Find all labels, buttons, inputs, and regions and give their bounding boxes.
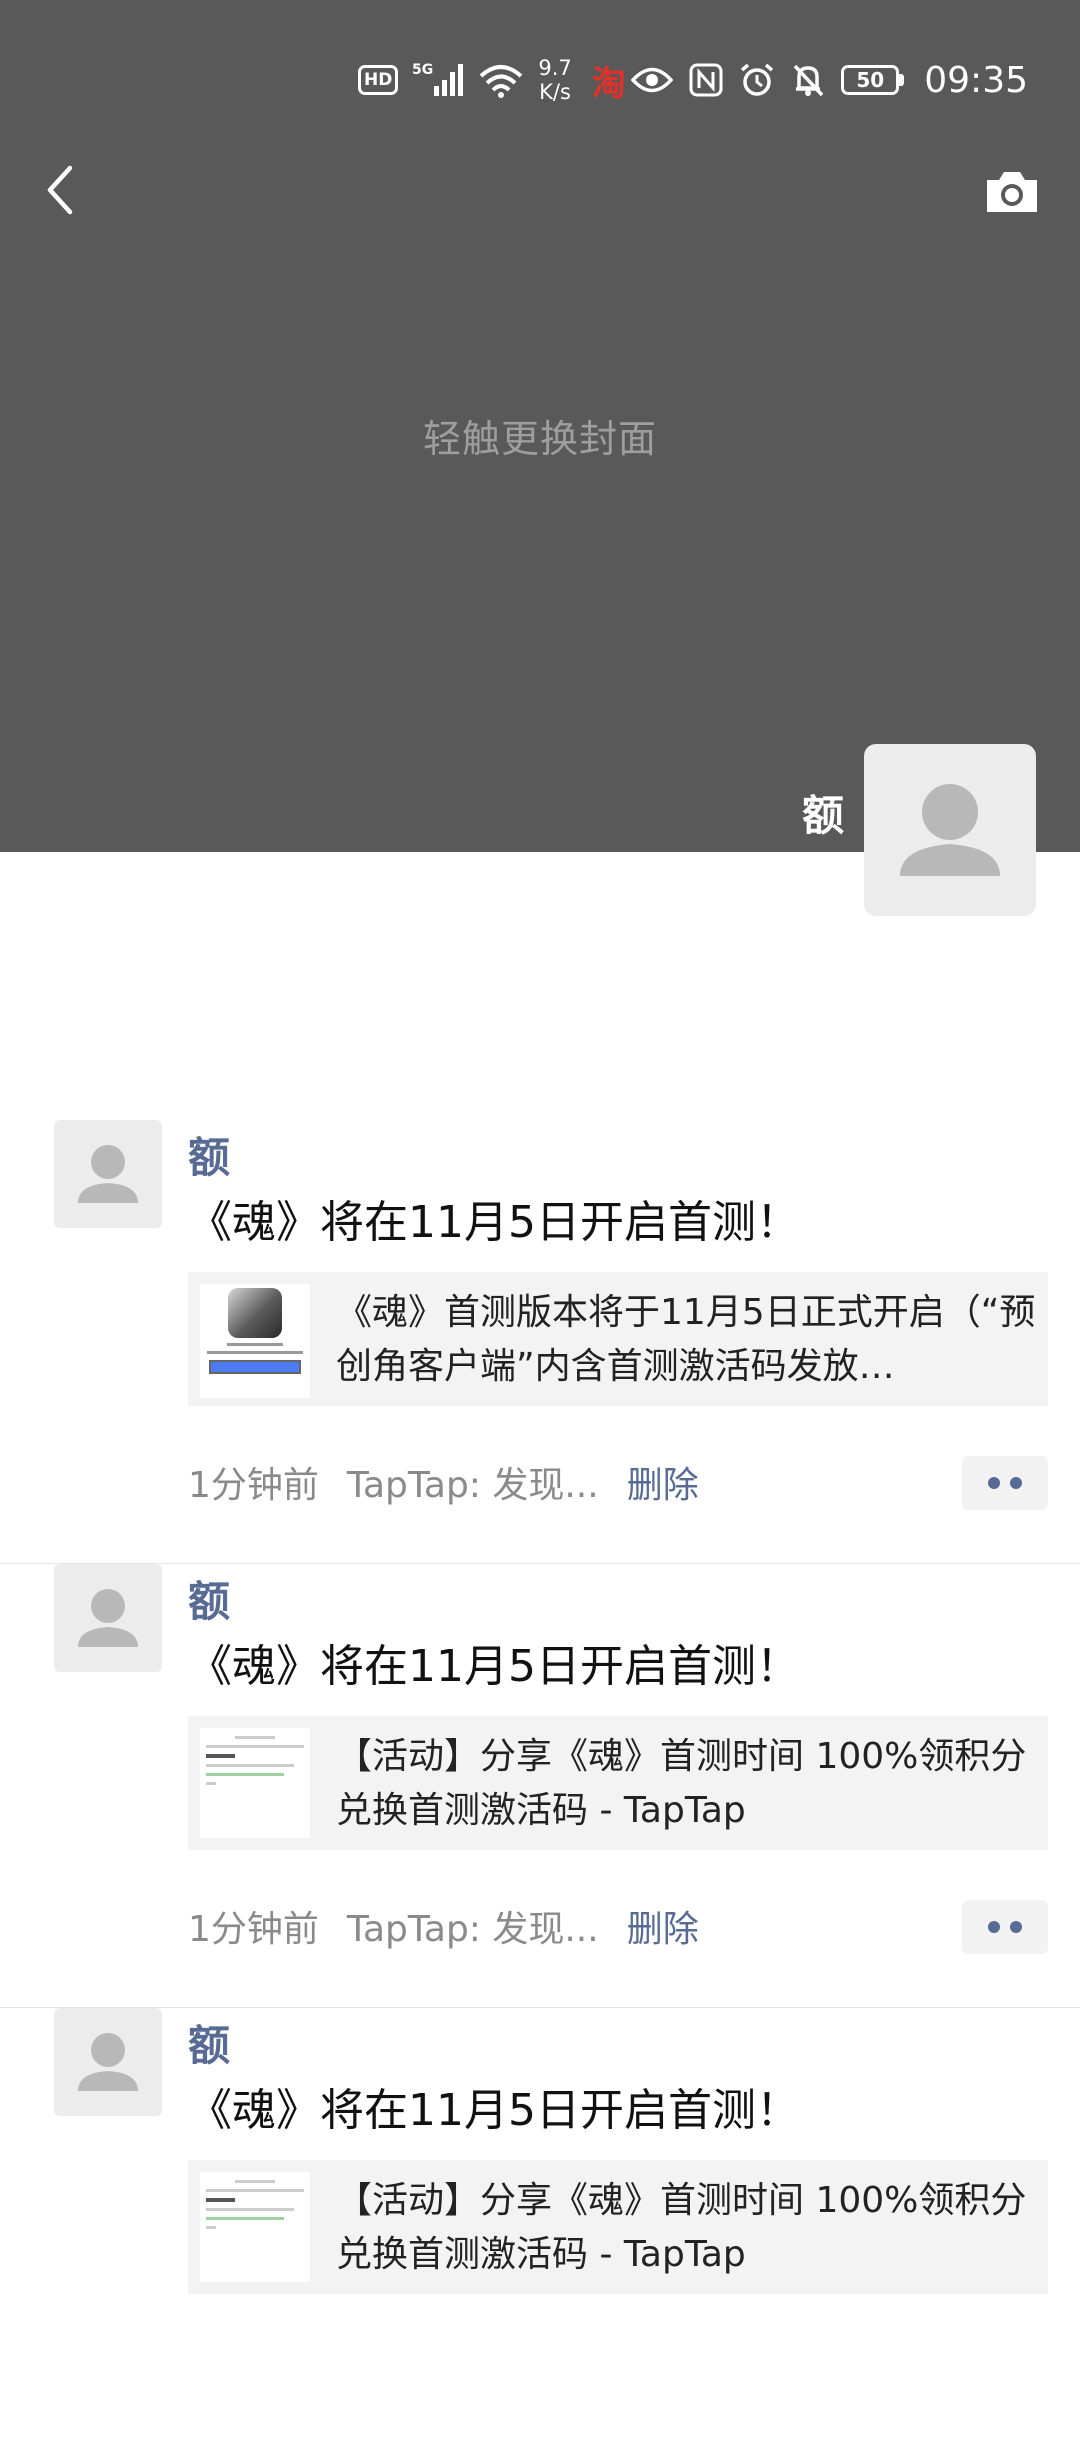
moment-post: 额 《魂》将在11月5日开启首测！ 【活动】分享《魂》首测时间 100%领积分兑… bbox=[0, 2008, 1080, 2452]
moment-post: 额 《魂》将在11月5日开启首测！ 【活动】分享《魂》首测时间 100%领积分兑… bbox=[0, 1564, 1080, 2008]
dot-icon bbox=[988, 1477, 1000, 1489]
post-avatar[interactable] bbox=[54, 1564, 162, 1672]
eye-icon bbox=[631, 65, 674, 95]
delete-button[interactable]: 删除 bbox=[627, 1456, 699, 1508]
post-source[interactable]: TapTap: 发现... bbox=[347, 1456, 599, 1508]
more-options-button[interactable] bbox=[962, 1456, 1048, 1510]
change-cover-hint[interactable]: 轻触更换封面 bbox=[0, 408, 1080, 463]
post-source[interactable]: TapTap: 发现... bbox=[347, 1900, 599, 1952]
link-thumbnail bbox=[200, 1284, 310, 1398]
back-button[interactable] bbox=[30, 160, 90, 220]
status-bar: HD 5G 9.7 K/s 淘 50 09:35 bbox=[0, 0, 1080, 160]
link-title: 【活动】分享《魂》首测时间 100%领积分兑换首测激活码 - TapTap bbox=[336, 1736, 1027, 1831]
post-time: 1分钟前 bbox=[188, 1909, 319, 1950]
post-text: 《魂》将在11月5日开启首测！ bbox=[188, 1641, 800, 1692]
svg-text:5G: 5G bbox=[412, 62, 433, 78]
mute-bell-icon bbox=[791, 62, 825, 98]
default-avatar-icon bbox=[78, 1145, 138, 1203]
link-title: 【活动】分享《魂》首测时间 100%领积分兑换首测激活码 - TapTap bbox=[336, 2180, 1027, 2275]
hd-badge: HD bbox=[358, 65, 399, 95]
dot-icon bbox=[1010, 1477, 1022, 1489]
wifi-icon bbox=[478, 60, 524, 100]
clock: 09:35 bbox=[924, 59, 1028, 101]
status-right-group: 50 09:35 bbox=[631, 52, 1028, 108]
moments-feed[interactable]: 额 《魂》将在11月5日开启首测！ 《魂》首测版本将于11月5日正式开启（“预创… bbox=[0, 1120, 1080, 2452]
link-thumbnail bbox=[200, 2172, 310, 2282]
signal-icon: 5G bbox=[412, 60, 464, 100]
status-left-group: HD 5G 9.7 K/s 淘 bbox=[358, 56, 626, 104]
battery-icon: 50 bbox=[841, 65, 905, 95]
dot-icon bbox=[1010, 1921, 1022, 1933]
post-author[interactable]: 额 bbox=[188, 2012, 230, 2073]
link-card[interactable]: 《魂》首测版本将于11月5日正式开启（“预创角客户端”内含首测激活码发放… bbox=[188, 1272, 1048, 1406]
profile-name: 额 bbox=[801, 791, 844, 840]
post-avatar[interactable] bbox=[54, 2008, 162, 2116]
post-author[interactable]: 额 bbox=[188, 1124, 230, 1185]
network-speed: 9.7 K/s bbox=[538, 56, 571, 104]
cover-image[interactable]: HD 5G 9.7 K/s 淘 50 09:35 轻触更换封面 bbox=[0, 0, 1080, 852]
link-title: 《魂》首测版本将于11月5日正式开启（“预创角客户端”内含首测激活码发放… bbox=[336, 1292, 1036, 1387]
speed-value: 9.7 bbox=[538, 56, 572, 80]
post-meta: 1分钟前 TapTap: 发现... 删除 bbox=[188, 1454, 699, 1510]
nfc-icon bbox=[689, 63, 723, 97]
post-text: 《魂》将在11月5日开启首测！ bbox=[188, 1197, 800, 1248]
alarm-icon bbox=[739, 62, 775, 98]
camera-button[interactable] bbox=[980, 162, 1044, 222]
profile-avatar[interactable] bbox=[864, 744, 1036, 916]
moment-post: 额 《魂》将在11月5日开启首测！ 《魂》首测版本将于11月5日正式开启（“预创… bbox=[0, 1120, 1080, 1564]
battery-level: 50 bbox=[841, 65, 900, 95]
chevron-left-icon bbox=[47, 165, 73, 215]
dot-icon bbox=[988, 1921, 1000, 1933]
delete-button[interactable]: 删除 bbox=[627, 1900, 699, 1952]
link-thumbnail bbox=[200, 1728, 310, 1838]
taobao-icon: 淘 bbox=[591, 63, 626, 104]
post-time: 1分钟前 bbox=[188, 1465, 319, 1506]
post-author[interactable]: 额 bbox=[188, 1568, 230, 1629]
default-avatar-icon bbox=[78, 2033, 138, 2091]
link-card[interactable]: 【活动】分享《魂》首测时间 100%领积分兑换首测激活码 - TapTap bbox=[188, 2160, 1048, 2294]
post-text: 《魂》将在11月5日开启首测！ bbox=[188, 2085, 800, 2136]
post-meta: 1分钟前 TapTap: 发现... 删除 bbox=[188, 1898, 699, 1954]
default-avatar-icon bbox=[900, 784, 1000, 876]
post-avatar[interactable] bbox=[54, 1120, 162, 1228]
default-avatar-icon bbox=[78, 1589, 138, 1647]
speed-unit: K/s bbox=[539, 80, 571, 104]
link-card[interactable]: 【活动】分享《魂》首测时间 100%领积分兑换首测激活码 - TapTap bbox=[188, 1716, 1048, 1850]
camera-icon bbox=[987, 172, 1037, 212]
more-options-button[interactable] bbox=[962, 1900, 1048, 1954]
